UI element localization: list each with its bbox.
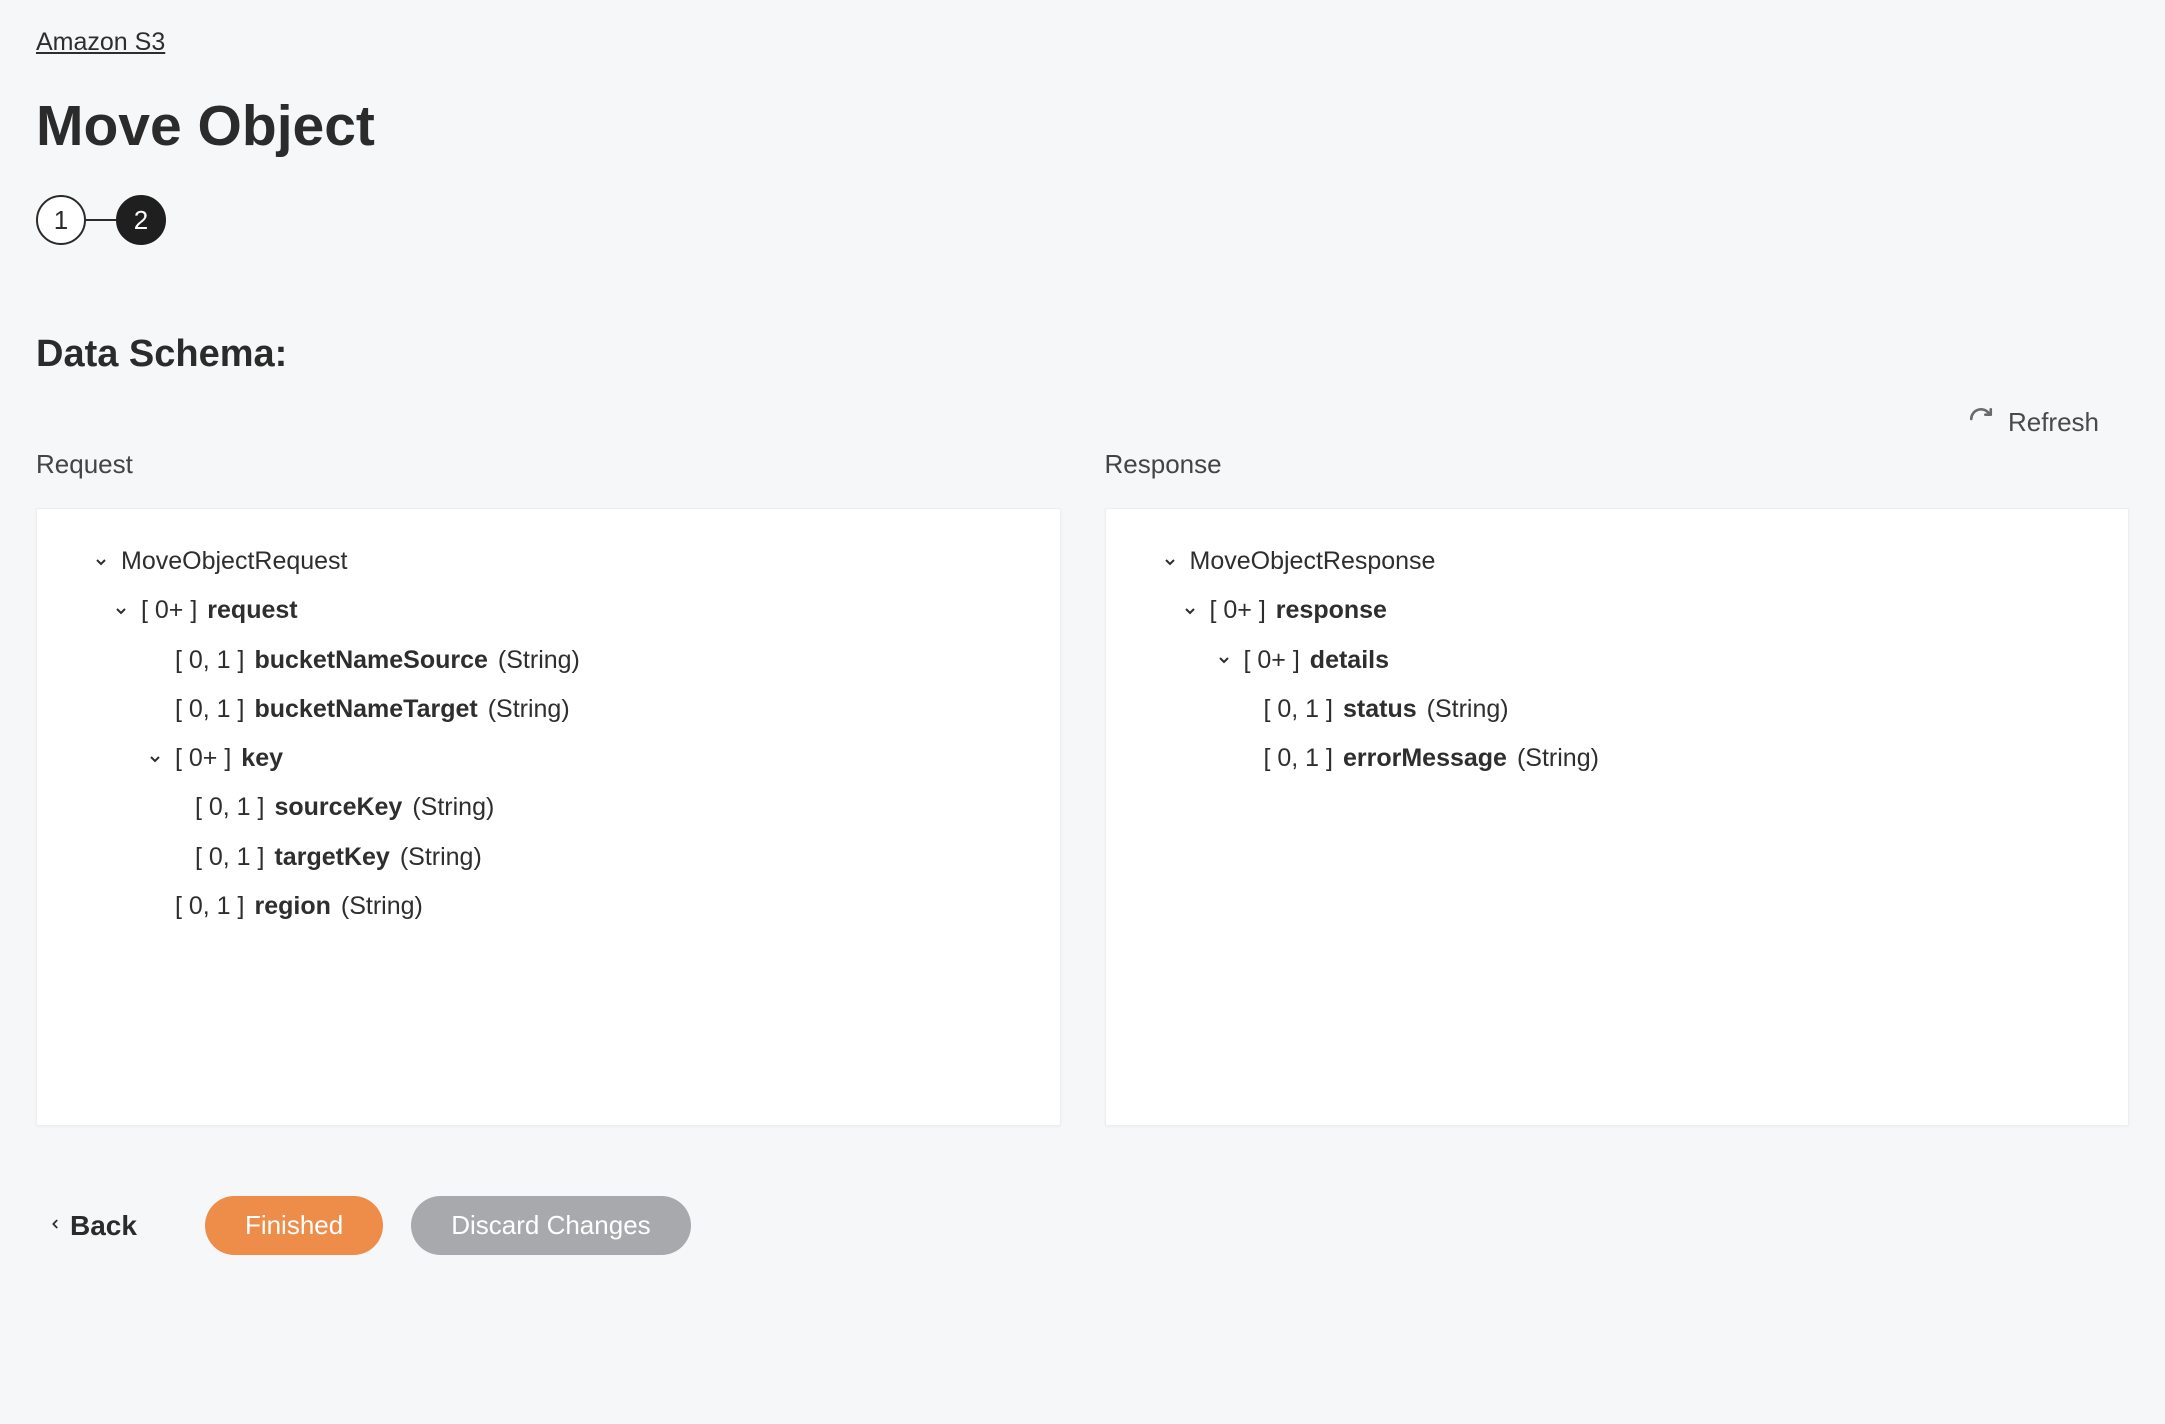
chevron-down-icon [145,751,165,767]
field-name: request [207,595,297,626]
tree-row-bucketnametarget[interactable]: [ 0, 1 ] bucketNameTarget (String) [65,685,1028,734]
tree-row-errormessage[interactable]: [ 0, 1 ] errorMessage (String) [1134,734,2097,783]
response-column: Response MoveObjectResponse [ 0+ ] respo… [1105,449,2130,1126]
tree-row-region[interactable]: [ 0, 1 ] region (String) [65,882,1028,931]
discard-changes-button[interactable]: Discard Changes [411,1196,690,1255]
field-type: (String) [400,842,482,873]
section-heading: Data Schema: [36,333,2129,376]
field-type: (String) [498,645,580,676]
step-2[interactable]: 2 [116,195,166,245]
tree-row-details[interactable]: [ 0+ ] details [1134,636,2097,685]
cardinality: [ 0+ ] [175,743,231,774]
field-name: bucketNameTarget [254,694,477,725]
finished-button[interactable]: Finished [205,1196,383,1255]
tree-row-request[interactable]: [ 0+ ] request [65,586,1028,635]
tree-row-sourcekey[interactable]: [ 0, 1 ] sourceKey (String) [65,783,1028,832]
cardinality: [ 0, 1 ] [1264,694,1333,725]
tree-row-root[interactable]: MoveObjectResponse [1134,537,2097,586]
refresh-icon [1968,406,1994,439]
page-title: Move Object [36,93,2129,159]
field-type: (String) [412,792,494,823]
step-connector [86,219,116,221]
tree-row-targetkey[interactable]: [ 0, 1 ] targetKey (String) [65,833,1028,882]
response-card: MoveObjectResponse [ 0+ ] response [ 0+ … [1105,508,2130,1126]
cardinality: [ 0, 1 ] [175,645,244,676]
field-type: (String) [1517,743,1599,774]
step-1[interactable]: 1 [36,195,86,245]
chevron-down-icon [91,554,111,570]
field-name: response [1276,595,1387,626]
cardinality: [ 0, 1 ] [195,792,264,823]
cardinality: [ 0+ ] [141,595,197,626]
refresh-label: Refresh [2008,407,2099,438]
chevron-down-icon [1214,652,1234,668]
stepper: 1 2 [36,195,2129,245]
cardinality: [ 0, 1 ] [175,891,244,922]
chevron-down-icon [1160,554,1180,570]
tree-row-response[interactable]: [ 0+ ] response [1134,586,2097,635]
cardinality: [ 0+ ] [1244,645,1300,676]
tree-row-key[interactable]: [ 0+ ] key [65,734,1028,783]
cardinality: [ 0, 1 ] [195,842,264,873]
back-button[interactable]: Back [48,1210,137,1242]
tree-row-status[interactable]: [ 0, 1 ] status (String) [1134,685,2097,734]
request-column: Request MoveObjectRequest [ 0+ ] request [36,449,1061,1126]
field-type: (String) [1427,694,1509,725]
tree-root-label: MoveObjectResponse [1190,546,1436,577]
cardinality: [ 0, 1 ] [175,694,244,725]
field-type: (String) [488,694,570,725]
field-name: errorMessage [1343,743,1507,774]
chevron-down-icon [111,603,131,619]
field-name: sourceKey [274,792,402,823]
tree-row-root[interactable]: MoveObjectRequest [65,537,1028,586]
field-name: region [254,891,330,922]
field-name: key [241,743,283,774]
field-name: bucketNameSource [254,645,487,676]
back-label: Back [70,1210,137,1242]
request-title: Request [36,449,1061,480]
field-type: (String) [341,891,423,922]
field-name: details [1310,645,1389,676]
breadcrumb[interactable]: Amazon S3 [36,28,165,57]
tree-row-bucketnamesource[interactable]: [ 0, 1 ] bucketNameSource (String) [65,636,1028,685]
cardinality: [ 0, 1 ] [1264,743,1333,774]
request-card: MoveObjectRequest [ 0+ ] request [ 0, 1 … [36,508,1061,1126]
chevron-left-icon [48,1210,62,1242]
response-title: Response [1105,449,2130,480]
chevron-down-icon [1180,603,1200,619]
refresh-button[interactable]: Refresh [1968,406,2099,439]
field-name: status [1343,694,1417,725]
cardinality: [ 0+ ] [1210,595,1266,626]
tree-root-label: MoveObjectRequest [121,546,348,577]
field-name: targetKey [274,842,389,873]
